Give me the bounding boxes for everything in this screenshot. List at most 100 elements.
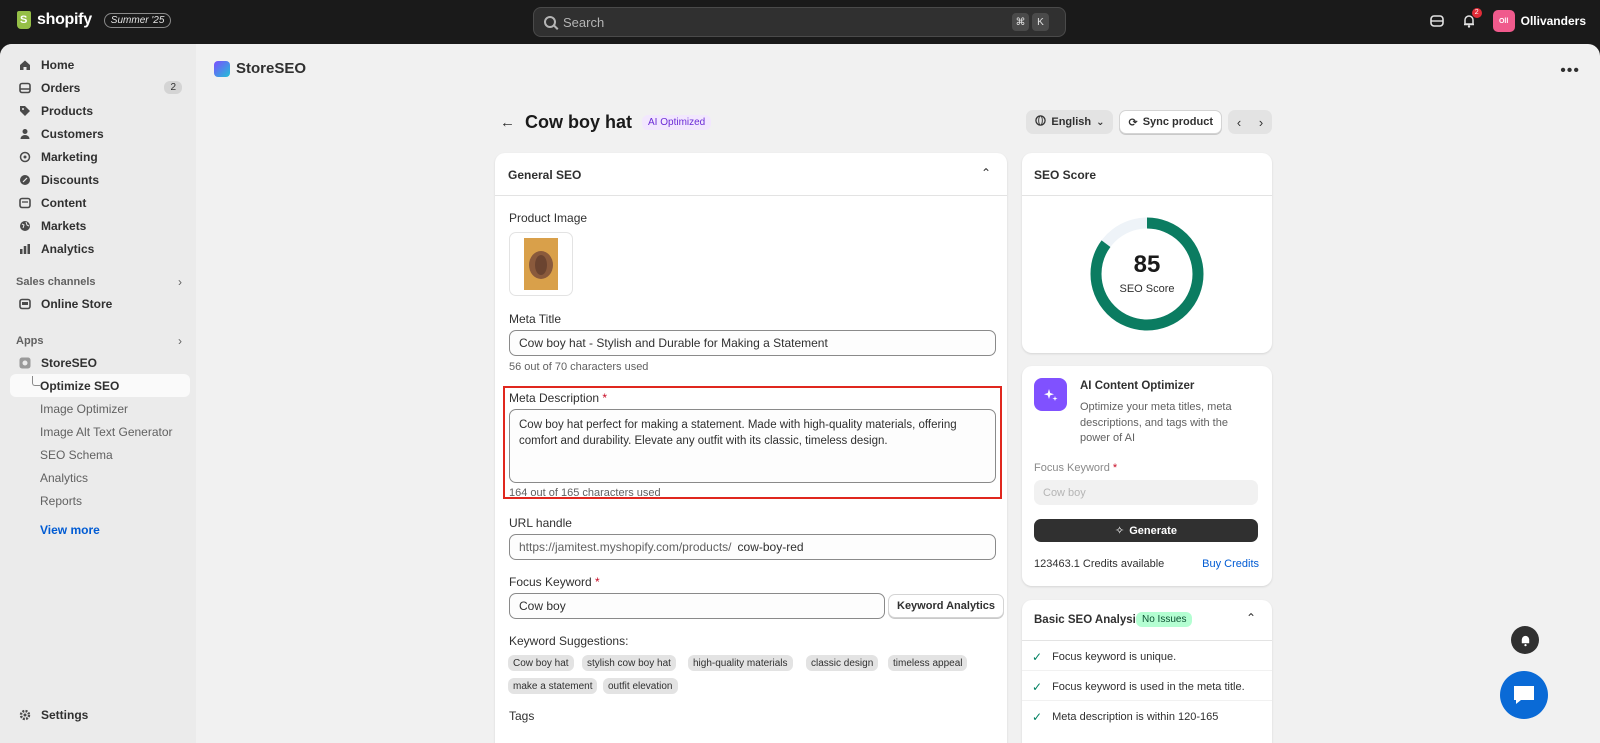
keyword-suggestion-chip[interactable]: Cow boy hat (508, 655, 574, 671)
tags-label: Tags (509, 709, 535, 723)
keyword-suggestion-chip[interactable]: classic design (806, 655, 879, 671)
language-select[interactable]: English ⌄ (1026, 110, 1114, 134)
sidebar-subitem-image-optimizer[interactable]: Image Optimizer (10, 397, 190, 420)
keyword-suggestion-chip[interactable]: outfit elevation (603, 678, 678, 694)
focus-keyword-input[interactable]: Cow boy (509, 593, 885, 619)
view-more-link[interactable]: View more (40, 523, 100, 537)
previous-icon[interactable]: ‹ (1228, 110, 1250, 134)
shopify-logo[interactable]: shopify Summer '25 (17, 11, 172, 29)
check-icon: ✓ (1032, 680, 1043, 694)
meta-title-helper: 56 out of 70 characters used (509, 361, 649, 373)
url-handle-input[interactable]: https://jamitest.myshopify.com/products/… (509, 534, 996, 560)
sync-product-button[interactable]: ⟳ Sync product (1119, 110, 1222, 134)
top-bar: shopify Summer '25 Search ⌘ K 2 Oll Olli… (0, 0, 1600, 44)
sidebar-item-analytics[interactable]: Analytics (10, 237, 190, 260)
analysis-check-text: Focus keyword is used in the meta title. (1052, 681, 1245, 693)
sidebar-item-discounts[interactable]: Discounts (10, 168, 190, 191)
cowboy-hat-thumbnail (524, 238, 558, 290)
sidebar-subitem-seo-schema[interactable]: SEO Schema (10, 443, 190, 466)
general-seo-title: General SEO (508, 168, 582, 182)
keyword-suggestion-chip[interactable]: timeless appeal (888, 655, 968, 671)
seo-score-card: SEO Score 85 SEO Score (1022, 153, 1272, 353)
meta-description-line: Cow boy hat perfect for making a stateme… (519, 419, 957, 431)
storefront-icon (18, 297, 32, 311)
search-bar[interactable]: Search ⌘ K (533, 7, 1066, 37)
sparkle-icon (1034, 378, 1067, 411)
meta-title-input[interactable]: Cow boy hat - Stylish and Durable for Ma… (509, 330, 996, 356)
description-line: descriptions, and tags with the (1080, 416, 1228, 429)
sidebar-subitem-optimize-seo[interactable]: Optimize SEO (10, 374, 190, 397)
ai-focus-keyword-label: Focus Keyword * (1034, 462, 1117, 474)
focus-keyword-label-text: Focus Keyword (509, 575, 592, 589)
keyword-suggestion-chip[interactable]: high-quality materials (688, 655, 793, 671)
bar-chart-icon (18, 242, 32, 256)
seo-score-title: SEO Score (1034, 168, 1097, 182)
chevron-up-icon[interactable]: ⌃ (981, 166, 991, 180)
sidebar-item-products[interactable]: Products (10, 99, 190, 122)
app-title: StoreSEO (236, 60, 307, 77)
meta-description-textarea[interactable]: Cow boy hat perfect for making a stateme… (509, 409, 996, 483)
sidebar: Home Orders 2 Products Customers Marketi… (0, 44, 196, 743)
seo-score-gauge: 85 SEO Score (1088, 215, 1206, 333)
ai-focus-keyword-input[interactable]: Cow boy (1034, 480, 1258, 505)
page-title: Cow boy hat (525, 111, 632, 132)
sidebar-item-label: Content (41, 195, 87, 210)
sidebar-item-storeseo[interactable]: StoreSEO (10, 351, 190, 374)
sidebar-item-settings[interactable]: Settings (10, 703, 190, 726)
required-asterisk: * (1112, 462, 1118, 474)
description-line: power of AI (1080, 432, 1136, 444)
chat-icon[interactable] (1500, 671, 1548, 719)
keyword-suggestion-chip[interactable]: stylish cow boy hat (582, 655, 676, 671)
apps-label: Apps (16, 335, 44, 347)
sidebar-item-content[interactable]: Content (10, 191, 190, 214)
keyword-analytics-button[interactable]: Keyword Analytics (888, 594, 1005, 618)
sidebar-item-online-store[interactable]: Online Store (10, 292, 190, 315)
product-image[interactable] (509, 232, 573, 296)
sidebar-subitem-alt-text[interactable]: Image Alt Text Generator (10, 420, 190, 443)
general-seo-card: General SEO ⌃ Product Image Meta Title C… (495, 153, 1007, 743)
url-handle-label: URL handle (509, 516, 572, 530)
sidebar-item-label: Discounts (41, 172, 100, 187)
sidebar-item-marketing[interactable]: Marketing (10, 145, 190, 168)
chevron-up-icon[interactable]: ⌃ (1246, 611, 1256, 625)
tag-icon (18, 104, 32, 118)
sidebar-subitem-reports[interactable]: Reports (10, 489, 190, 512)
content-icon (18, 196, 32, 210)
sidebar-item-orders[interactable]: Orders 2 (10, 76, 190, 99)
sidebar-item-markets[interactable]: Markets (10, 214, 190, 237)
sidebar-item-home[interactable]: Home (10, 53, 190, 76)
sidebar-item-label: Analytics (41, 241, 95, 256)
next-icon[interactable]: › (1250, 110, 1272, 134)
sidebar-item-label: Products (41, 103, 94, 118)
description-line: Optimize your meta titles, meta (1080, 401, 1232, 413)
sidebar-item-label: Home (41, 57, 75, 72)
analysis-check-row: ✓ Focus keyword is used in the meta titl… (1032, 680, 1245, 694)
focus-keyword-label: Focus Keyword * (509, 575, 600, 589)
search-placeholder: Search (563, 14, 605, 30)
notification-settings-icon[interactable] (1511, 626, 1539, 654)
chevron-right-icon[interactable]: › (178, 334, 182, 348)
sync-label: Sync product (1142, 116, 1213, 128)
back-arrow-icon[interactable]: ← (500, 114, 515, 131)
buy-credits-link[interactable]: Buy Credits (1202, 558, 1259, 570)
more-options-icon[interactable]: ••• (1560, 62, 1580, 80)
generate-button[interactable]: ✧ Generate (1034, 519, 1258, 542)
keyword-suggestions-label: Keyword Suggestions: (509, 634, 629, 648)
row-divider (1022, 700, 1272, 701)
sidebar-item-label: Markets (41, 218, 87, 233)
analysis-check-text: Focus keyword is unique. (1052, 651, 1177, 663)
app-header: StoreSEO (214, 60, 306, 77)
sidebar-item-customers[interactable]: Customers (10, 122, 190, 145)
meta-description-label: Meta Description * (509, 391, 607, 405)
store-switcher-icon[interactable] (1429, 13, 1445, 29)
analysis-check-row: ✓ Meta description is within 120-165 (1032, 710, 1218, 724)
store-menu[interactable]: Oll Ollivanders (1492, 10, 1586, 32)
sales-channels-label: Sales channels (16, 276, 96, 288)
keyword-suggestion-chip[interactable]: make a statement (508, 678, 598, 694)
sidebar-subitem-analytics[interactable]: Analytics (10, 466, 190, 489)
basic-seo-analysis-title: Basic SEO Analysis (1034, 614, 1143, 626)
chevron-right-icon[interactable]: › (178, 275, 182, 289)
card-divider (1022, 640, 1272, 641)
globe-icon (1035, 115, 1047, 129)
bell-icon[interactable]: 2 (1461, 8, 1482, 29)
